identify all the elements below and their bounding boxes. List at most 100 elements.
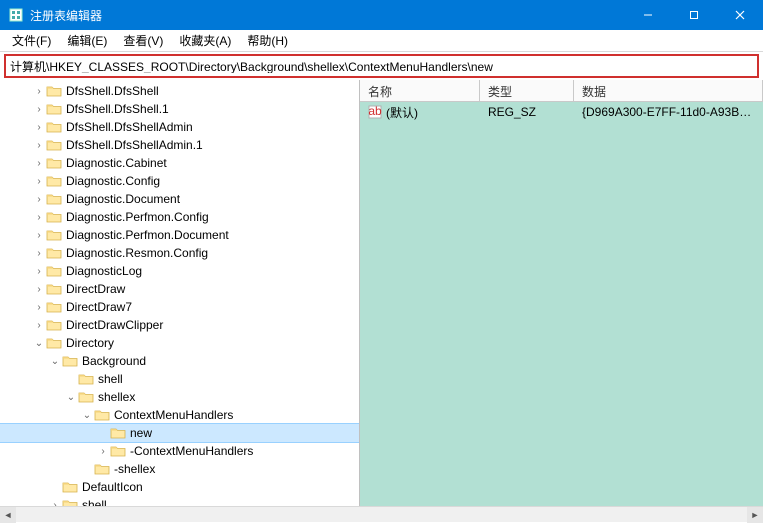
tree-item[interactable]: ·new [0, 424, 359, 442]
tree-item[interactable]: ›DfsShell.DfsShell.1 [0, 100, 359, 118]
tree-item[interactable]: › Diagnostic.Document [0, 190, 359, 208]
scroll-left-button[interactable]: ◄ [0, 507, 16, 523]
value-data: {D969A300-E7FF-11d0-A93B-00A0C90 [574, 103, 763, 121]
menu-view[interactable]: 查看(V) [115, 30, 171, 51]
menu-edit[interactable]: 编辑(E) [59, 30, 115, 51]
folder-icon [46, 336, 62, 350]
value-row[interactable]: ab (默认) REG_SZ{D969A300-E7FF-11d0-A93B-00A… [360, 102, 763, 122]
menu-bar: 文件(F) 编辑(E) 查看(V) 收藏夹(A) 帮助(H) [0, 30, 763, 52]
column-type[interactable]: 类型 [480, 80, 574, 101]
chevron-down-icon[interactable]: ⌄ [32, 338, 46, 349]
tree-item[interactable]: ›-ContextMenuHandlers [0, 442, 359, 460]
folder-icon [46, 84, 62, 98]
tree-item-label: Diagnostic.Document [66, 192, 180, 206]
tree-item-label: Diagnostic.Perfmon.Document [66, 228, 229, 242]
tree-item[interactable]: ⌄ Background [0, 352, 359, 370]
tree-item[interactable]: › DirectDraw [0, 280, 359, 298]
tree-item[interactable]: ›shell [0, 496, 359, 506]
chevron-right-icon[interactable]: › [32, 302, 46, 313]
tree-item[interactable]: › Diagnostic.Cabinet [0, 154, 359, 172]
app-icon [8, 7, 24, 23]
string-value-icon: ab [368, 105, 382, 119]
tree-item-label: Diagnostic.Perfmon.Config [66, 210, 209, 224]
twisty-blank: · [64, 374, 78, 385]
tree-item[interactable]: ⌄ Directory [0, 334, 359, 352]
folder-icon [110, 426, 126, 440]
tree-item[interactable]: ›DfsShell.DfsShellAdmin [0, 118, 359, 136]
scroll-right-button[interactable]: ► [747, 507, 763, 523]
chevron-right-icon[interactable]: › [32, 158, 46, 169]
tree-item[interactable]: ·-shellex [0, 460, 359, 478]
folder-icon [46, 138, 62, 152]
folder-icon [94, 408, 110, 422]
chevron-right-icon[interactable]: › [32, 266, 46, 277]
chevron-down-icon[interactable]: ⌄ [48, 356, 62, 367]
tree-item-label: Background [82, 354, 146, 368]
value-type: REG_SZ [480, 103, 574, 121]
tree-item-label: DfsShell.DfsShellAdmin.1 [66, 138, 203, 152]
chevron-right-icon[interactable]: › [32, 212, 46, 223]
tree-item[interactable]: › DfsShell.DfsShellAdmin.1 [0, 136, 359, 154]
tree-item[interactable]: › DirectDraw7 [0, 298, 359, 316]
maximize-button[interactable] [671, 0, 717, 30]
chevron-right-icon[interactable]: › [32, 284, 46, 295]
folder-icon [46, 282, 62, 296]
chevron-right-icon[interactable]: › [32, 248, 46, 259]
column-name[interactable]: 名称 [360, 80, 480, 101]
menu-file[interactable]: 文件(F) [4, 30, 59, 51]
window-title: 注册表编辑器 [30, 7, 625, 24]
tree-item[interactable]: › Diagnostic.Perfmon.Document [0, 226, 359, 244]
tree-pane[interactable]: ›DfsShell.DfsShell›DfsShell.DfsShell.1›D… [0, 80, 360, 506]
folder-icon [46, 246, 62, 260]
column-data[interactable]: 数据 [574, 80, 763, 101]
tree-item-label: shellex [98, 390, 135, 404]
tree-item[interactable]: ›Diagnostic.Resmon.Config [0, 244, 359, 262]
tree-item-label: DirectDraw [66, 282, 125, 296]
chevron-down-icon[interactable]: ⌄ [64, 392, 78, 403]
chevron-down-icon[interactable]: ⌄ [80, 410, 94, 421]
address-input[interactable] [10, 59, 753, 73]
tree-item[interactable]: ⌄ shellex [0, 388, 359, 406]
chevron-right-icon[interactable]: › [32, 140, 46, 151]
svg-text:ab: ab [368, 105, 382, 118]
minimize-button[interactable] [625, 0, 671, 30]
menu-help[interactable]: 帮助(H) [239, 30, 296, 51]
chevron-right-icon[interactable]: › [32, 176, 46, 187]
tree-item[interactable]: › Diagnostic.Perfmon.Config [0, 208, 359, 226]
folder-icon [78, 390, 94, 404]
folder-icon [46, 300, 62, 314]
folder-icon [94, 462, 110, 476]
tree-item-label: Directory [66, 336, 114, 350]
tree-item[interactable]: ›DiagnosticLog [0, 262, 359, 280]
tree-item[interactable]: ·DefaultIcon [0, 478, 359, 496]
window-controls [625, 0, 763, 30]
chevron-right-icon[interactable]: › [96, 446, 110, 457]
tree-item-label: Diagnostic.Cabinet [66, 156, 167, 170]
tree-item[interactable]: ›Diagnostic.Config [0, 172, 359, 190]
chevron-right-icon[interactable]: › [32, 194, 46, 205]
tree-item[interactable]: › DfsShell.DfsShell [0, 82, 359, 100]
folder-icon [46, 174, 62, 188]
tree-item-label: DirectDraw7 [66, 300, 132, 314]
chevron-right-icon[interactable]: › [32, 122, 46, 133]
address-bar [4, 54, 759, 78]
content-panes: ›DfsShell.DfsShell›DfsShell.DfsShell.1›D… [0, 80, 763, 506]
values-list[interactable]: ab (默认) REG_SZ{D969A300-E7FF-11d0-A93B-00A… [360, 102, 763, 506]
tree-item[interactable]: ›DirectDrawClipper [0, 316, 359, 334]
tree-item-label: shell [98, 372, 123, 386]
menu-favorites[interactable]: 收藏夹(A) [171, 30, 239, 51]
chevron-right-icon[interactable]: › [32, 104, 46, 115]
folder-icon [46, 192, 62, 206]
chevron-right-icon[interactable]: › [32, 86, 46, 97]
tree-item[interactable]: · shell [0, 370, 359, 388]
chevron-right-icon[interactable]: › [32, 320, 46, 331]
close-button[interactable] [717, 0, 763, 30]
folder-icon [62, 480, 78, 494]
folder-icon [62, 498, 78, 506]
horizontal-scrollbar[interactable]: ◄ ► [0, 506, 763, 522]
value-name: (默认) [386, 104, 418, 121]
folder-icon [62, 354, 78, 368]
tree-item[interactable]: ⌄ContextMenuHandlers [0, 406, 359, 424]
tree-item-label: DfsShell.DfsShell [66, 84, 159, 98]
chevron-right-icon[interactable]: › [32, 230, 46, 241]
